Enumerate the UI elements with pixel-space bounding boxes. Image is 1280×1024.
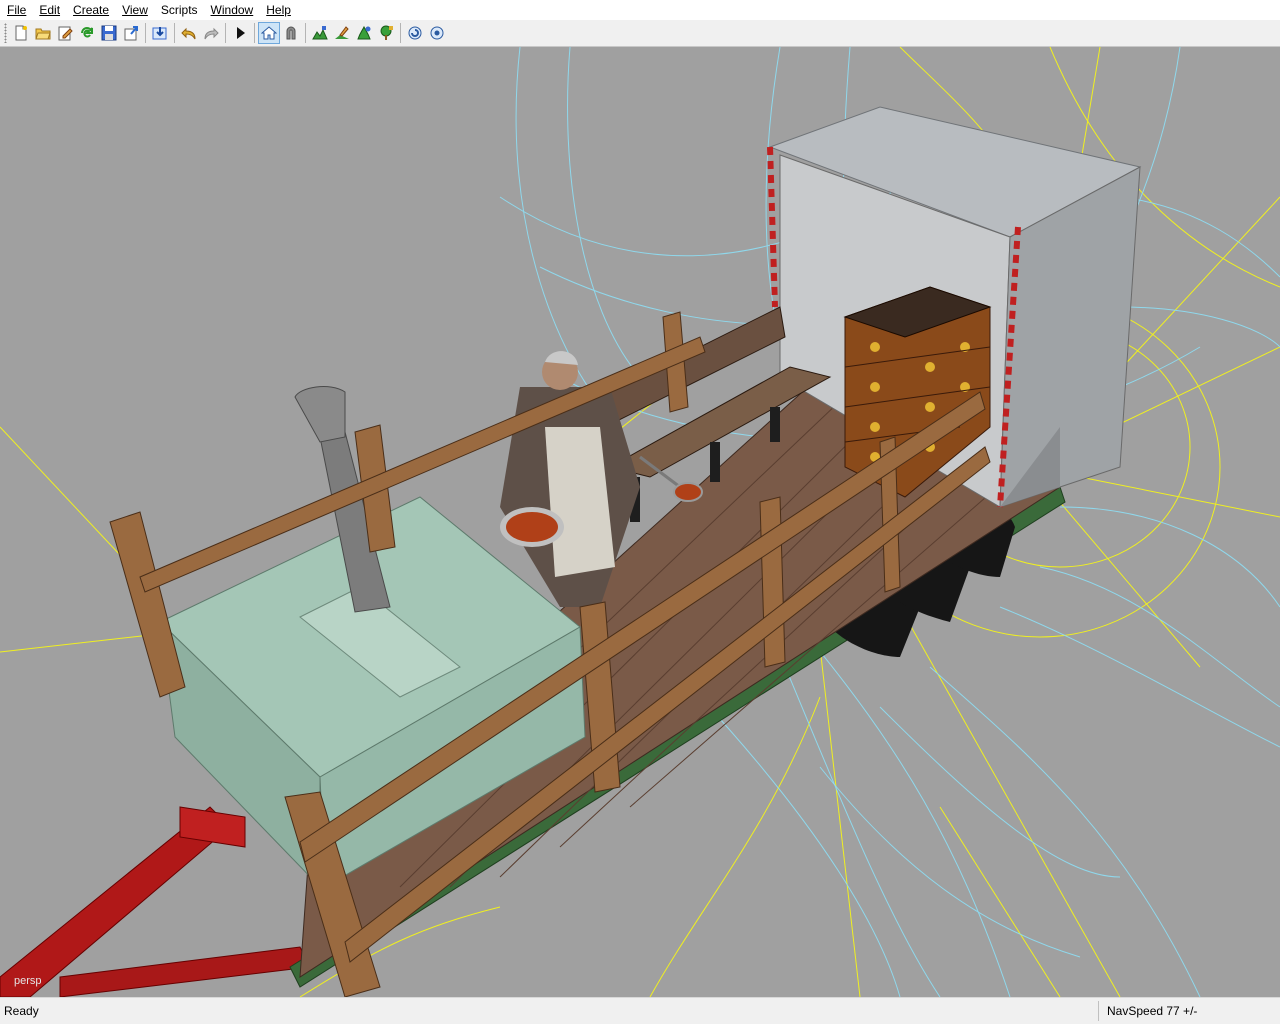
status-bar: Ready NavSpeed 77 +/- xyxy=(0,997,1280,1024)
redo-icon xyxy=(204,27,219,40)
foliage-paint-icon xyxy=(357,25,371,40)
toolbar-grip[interactable] xyxy=(4,23,7,43)
menu-file[interactable]: File xyxy=(0,0,32,20)
play-button[interactable] xyxy=(229,22,251,44)
open-button[interactable] xyxy=(32,22,54,44)
main-toolbar xyxy=(0,20,1280,47)
settings-view-button[interactable] xyxy=(426,22,448,44)
menu-edit[interactable]: Edit xyxy=(32,0,66,20)
redo-button[interactable] xyxy=(200,22,222,44)
import-icon xyxy=(152,27,167,40)
toolbar-separator xyxy=(254,23,255,43)
navspeed-indicator: NavSpeed 77 +/- xyxy=(1107,1004,1198,1018)
viewport-camera-label: persp xyxy=(14,975,42,987)
menu-create[interactable]: Create xyxy=(66,0,115,20)
home-icon xyxy=(261,26,277,40)
toolbar-separator xyxy=(305,23,306,43)
trailer-drawbar xyxy=(0,806,311,997)
save-button[interactable] xyxy=(98,22,120,44)
play-icon xyxy=(237,27,245,39)
magnet-button[interactable] xyxy=(280,22,302,44)
3d-viewport[interactable]: persp xyxy=(0,47,1280,997)
terrain-paint-icon xyxy=(312,26,328,40)
menu-view[interactable]: View xyxy=(115,0,154,20)
toolbar-separator xyxy=(145,23,146,43)
foliage-paint-button[interactable] xyxy=(353,22,375,44)
menu-window[interactable]: Window xyxy=(204,0,260,20)
terrain-brush-button[interactable] xyxy=(331,22,353,44)
save-icon xyxy=(101,25,117,41)
new-scene-button[interactable] xyxy=(10,22,32,44)
export-icon xyxy=(124,26,138,41)
tree-paint-button[interactable] xyxy=(375,22,397,44)
reload-icon xyxy=(81,27,93,38)
refresh-view-button[interactable] xyxy=(404,22,426,44)
edit-icon xyxy=(58,26,73,41)
menu-scripts[interactable]: Scripts xyxy=(154,0,204,20)
toolbar-separator xyxy=(174,23,175,43)
import-button[interactable] xyxy=(149,22,171,44)
tree-paint-icon xyxy=(380,25,393,40)
terrain-paint-button[interactable] xyxy=(309,22,331,44)
menu-bar: File Edit Create View Scripts Window Hel… xyxy=(0,0,1280,20)
settings-view-icon xyxy=(430,26,444,40)
toolbar-separator xyxy=(400,23,401,43)
new-scene-icon xyxy=(15,25,27,41)
export-button[interactable] xyxy=(120,22,142,44)
refresh-view-icon xyxy=(408,26,422,40)
reload-button[interactable] xyxy=(76,22,98,44)
menu-help[interactable]: Help xyxy=(259,0,297,20)
open-icon xyxy=(35,28,51,40)
status-text: Ready xyxy=(4,1004,39,1018)
status-pane-separator xyxy=(1098,1001,1099,1021)
undo-icon xyxy=(181,27,196,40)
terrain-brush-icon xyxy=(335,26,349,39)
toolbar-separator xyxy=(225,23,226,43)
home-button[interactable] xyxy=(258,22,280,44)
viewport-scene xyxy=(0,47,1280,997)
magnet-icon xyxy=(286,26,296,40)
undo-button[interactable] xyxy=(178,22,200,44)
edit-button[interactable] xyxy=(54,22,76,44)
